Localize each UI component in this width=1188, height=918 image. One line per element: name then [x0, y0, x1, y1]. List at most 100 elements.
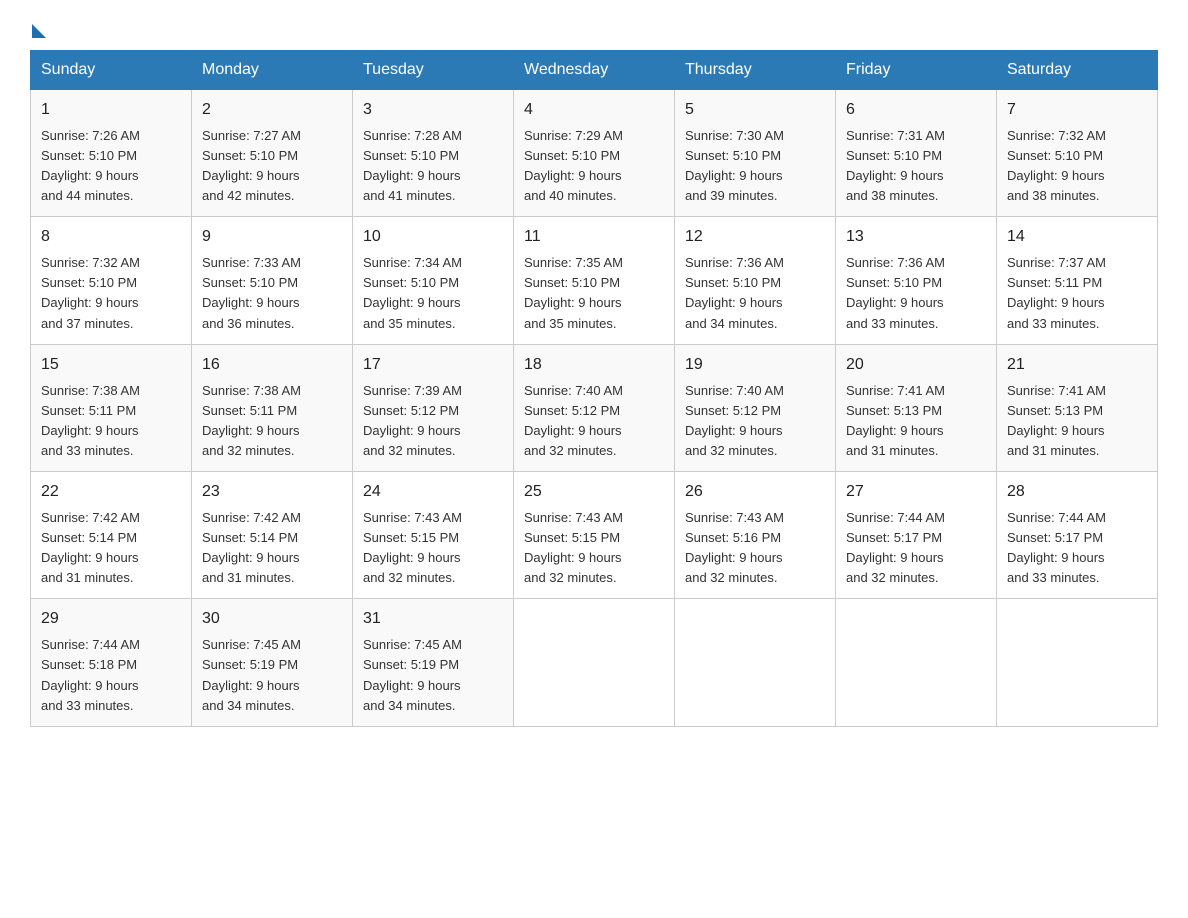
- day-number: 27: [846, 480, 986, 505]
- day-info: Sunrise: 7:31 AMSunset: 5:10 PMDaylight:…: [846, 128, 945, 203]
- day-number: 22: [41, 480, 181, 505]
- day-info: Sunrise: 7:28 AMSunset: 5:10 PMDaylight:…: [363, 128, 462, 203]
- calendar-cell: 27 Sunrise: 7:44 AMSunset: 5:17 PMDayligh…: [836, 472, 997, 599]
- day-info: Sunrise: 7:42 AMSunset: 5:14 PMDaylight:…: [41, 510, 140, 585]
- day-number: 14: [1007, 225, 1147, 250]
- calendar-cell: 18 Sunrise: 7:40 AMSunset: 5:12 PMDayligh…: [514, 344, 675, 471]
- day-number: 29: [41, 607, 181, 632]
- calendar-cell: 24 Sunrise: 7:43 AMSunset: 5:15 PMDayligh…: [353, 472, 514, 599]
- day-info: Sunrise: 7:29 AMSunset: 5:10 PMDaylight:…: [524, 128, 623, 203]
- day-info: Sunrise: 7:26 AMSunset: 5:10 PMDaylight:…: [41, 128, 140, 203]
- day-number: 25: [524, 480, 664, 505]
- calendar-cell: 20 Sunrise: 7:41 AMSunset: 5:13 PMDayligh…: [836, 344, 997, 471]
- calendar-cell: 7 Sunrise: 7:32 AMSunset: 5:10 PMDaylight…: [997, 90, 1158, 217]
- day-info: Sunrise: 7:40 AMSunset: 5:12 PMDaylight:…: [685, 383, 784, 458]
- calendar-cell: 1 Sunrise: 7:26 AMSunset: 5:10 PMDaylight…: [31, 90, 192, 217]
- calendar-week-row: 29 Sunrise: 7:44 AMSunset: 5:18 PMDayligh…: [31, 599, 1158, 726]
- day-number: 21: [1007, 353, 1147, 378]
- calendar-cell: 4 Sunrise: 7:29 AMSunset: 5:10 PMDaylight…: [514, 90, 675, 217]
- day-number: 6: [846, 98, 986, 123]
- day-info: Sunrise: 7:43 AMSunset: 5:15 PMDaylight:…: [524, 510, 623, 585]
- day-info: Sunrise: 7:39 AMSunset: 5:12 PMDaylight:…: [363, 383, 462, 458]
- day-number: 5: [685, 98, 825, 123]
- calendar-cell: 16 Sunrise: 7:38 AMSunset: 5:11 PMDayligh…: [192, 344, 353, 471]
- day-number: 18: [524, 353, 664, 378]
- calendar-cell: 13 Sunrise: 7:36 AMSunset: 5:10 PMDayligh…: [836, 217, 997, 344]
- day-number: 19: [685, 353, 825, 378]
- calendar-cell: [836, 599, 997, 726]
- calendar-cell: [514, 599, 675, 726]
- page-header: [30, 20, 1158, 34]
- calendar-header-thursday: Thursday: [675, 51, 836, 90]
- calendar-cell: 6 Sunrise: 7:31 AMSunset: 5:10 PMDaylight…: [836, 90, 997, 217]
- calendar-week-row: 15 Sunrise: 7:38 AMSunset: 5:11 PMDayligh…: [31, 344, 1158, 471]
- day-info: Sunrise: 7:38 AMSunset: 5:11 PMDaylight:…: [202, 383, 301, 458]
- calendar-cell: 2Sunrise: 7:27 AMSunset: 5:10 PMDaylight…: [192, 90, 353, 217]
- calendar-cell: 8 Sunrise: 7:32 AMSunset: 5:10 PMDaylight…: [31, 217, 192, 344]
- day-info: Sunrise: 7:44 AMSunset: 5:17 PMDaylight:…: [1007, 510, 1106, 585]
- day-info: Sunrise: 7:43 AMSunset: 5:16 PMDaylight:…: [685, 510, 784, 585]
- day-info: Sunrise: 7:35 AMSunset: 5:10 PMDaylight:…: [524, 255, 623, 330]
- day-info: Sunrise: 7:41 AMSunset: 5:13 PMDaylight:…: [846, 383, 945, 458]
- day-info: Sunrise: 7:32 AMSunset: 5:10 PMDaylight:…: [1007, 128, 1106, 203]
- day-info: Sunrise: 7:33 AMSunset: 5:10 PMDaylight:…: [202, 255, 301, 330]
- calendar-cell: [997, 599, 1158, 726]
- day-number: 13: [846, 225, 986, 250]
- logo-arrow-icon: [32, 24, 46, 38]
- day-number: 1: [41, 98, 181, 123]
- calendar-cell: 22 Sunrise: 7:42 AMSunset: 5:14 PMDayligh…: [31, 472, 192, 599]
- day-number: 24: [363, 480, 503, 505]
- day-info: Sunrise: 7:44 AMSunset: 5:17 PMDaylight:…: [846, 510, 945, 585]
- day-info: Sunrise: 7:44 AMSunset: 5:18 PMDaylight:…: [41, 637, 140, 712]
- day-number: 15: [41, 353, 181, 378]
- calendar-cell: 12 Sunrise: 7:36 AMSunset: 5:10 PMDayligh…: [675, 217, 836, 344]
- calendar-header-row: SundayMondayTuesdayWednesdayThursdayFrid…: [31, 51, 1158, 90]
- day-info: Sunrise: 7:45 AMSunset: 5:19 PMDaylight:…: [202, 637, 301, 712]
- day-info: Sunrise: 7:36 AMSunset: 5:10 PMDaylight:…: [846, 255, 945, 330]
- day-number: 12: [685, 225, 825, 250]
- calendar-cell: [675, 599, 836, 726]
- calendar-header-saturday: Saturday: [997, 51, 1158, 90]
- day-info: Sunrise: 7:41 AMSunset: 5:13 PMDaylight:…: [1007, 383, 1106, 458]
- day-number: 23: [202, 480, 342, 505]
- day-info: Sunrise: 7:36 AMSunset: 5:10 PMDaylight:…: [685, 255, 784, 330]
- calendar-cell: 29 Sunrise: 7:44 AMSunset: 5:18 PMDayligh…: [31, 599, 192, 726]
- day-number: 3: [363, 98, 503, 123]
- calendar-header-tuesday: Tuesday: [353, 51, 514, 90]
- day-number: 17: [363, 353, 503, 378]
- calendar-header-monday: Monday: [192, 51, 353, 90]
- calendar-cell: 31Sunrise: 7:45 AMSunset: 5:19 PMDayligh…: [353, 599, 514, 726]
- day-number: 26: [685, 480, 825, 505]
- day-number: 7: [1007, 98, 1147, 123]
- calendar-cell: 5 Sunrise: 7:30 AMSunset: 5:10 PMDaylight…: [675, 90, 836, 217]
- day-info: Sunrise: 7:30 AMSunset: 5:10 PMDaylight:…: [685, 128, 784, 203]
- calendar-cell: 25 Sunrise: 7:43 AMSunset: 5:15 PMDayligh…: [514, 472, 675, 599]
- calendar-week-row: 8 Sunrise: 7:32 AMSunset: 5:10 PMDaylight…: [31, 217, 1158, 344]
- day-info: Sunrise: 7:37 AMSunset: 5:11 PMDaylight:…: [1007, 255, 1106, 330]
- calendar-cell: 23Sunrise: 7:42 AMSunset: 5:14 PMDayligh…: [192, 472, 353, 599]
- day-number: 4: [524, 98, 664, 123]
- logo: [30, 20, 46, 34]
- calendar-cell: 10 Sunrise: 7:34 AMSunset: 5:10 PMDayligh…: [353, 217, 514, 344]
- day-info: Sunrise: 7:32 AMSunset: 5:10 PMDaylight:…: [41, 255, 140, 330]
- day-number: 30: [202, 607, 342, 632]
- day-number: 28: [1007, 480, 1147, 505]
- calendar-week-row: 1 Sunrise: 7:26 AMSunset: 5:10 PMDaylight…: [31, 90, 1158, 217]
- calendar-table: SundayMondayTuesdayWednesdayThursdayFrid…: [30, 50, 1158, 727]
- day-info: Sunrise: 7:40 AMSunset: 5:12 PMDaylight:…: [524, 383, 623, 458]
- day-number: 8: [41, 225, 181, 250]
- calendar-cell: 19 Sunrise: 7:40 AMSunset: 5:12 PMDayligh…: [675, 344, 836, 471]
- day-number: 20: [846, 353, 986, 378]
- day-number: 9: [202, 225, 342, 250]
- calendar-header-friday: Friday: [836, 51, 997, 90]
- day-info: Sunrise: 7:43 AMSunset: 5:15 PMDaylight:…: [363, 510, 462, 585]
- calendar-header-sunday: Sunday: [31, 51, 192, 90]
- day-number: 2: [202, 98, 342, 123]
- calendar-week-row: 22 Sunrise: 7:42 AMSunset: 5:14 PMDayligh…: [31, 472, 1158, 599]
- calendar-cell: 21 Sunrise: 7:41 AMSunset: 5:13 PMDayligh…: [997, 344, 1158, 471]
- day-number: 10: [363, 225, 503, 250]
- day-info: Sunrise: 7:34 AMSunset: 5:10 PMDaylight:…: [363, 255, 462, 330]
- day-number: 16: [202, 353, 342, 378]
- day-info: Sunrise: 7:45 AMSunset: 5:19 PMDaylight:…: [363, 637, 462, 712]
- calendar-cell: 26 Sunrise: 7:43 AMSunset: 5:16 PMDayligh…: [675, 472, 836, 599]
